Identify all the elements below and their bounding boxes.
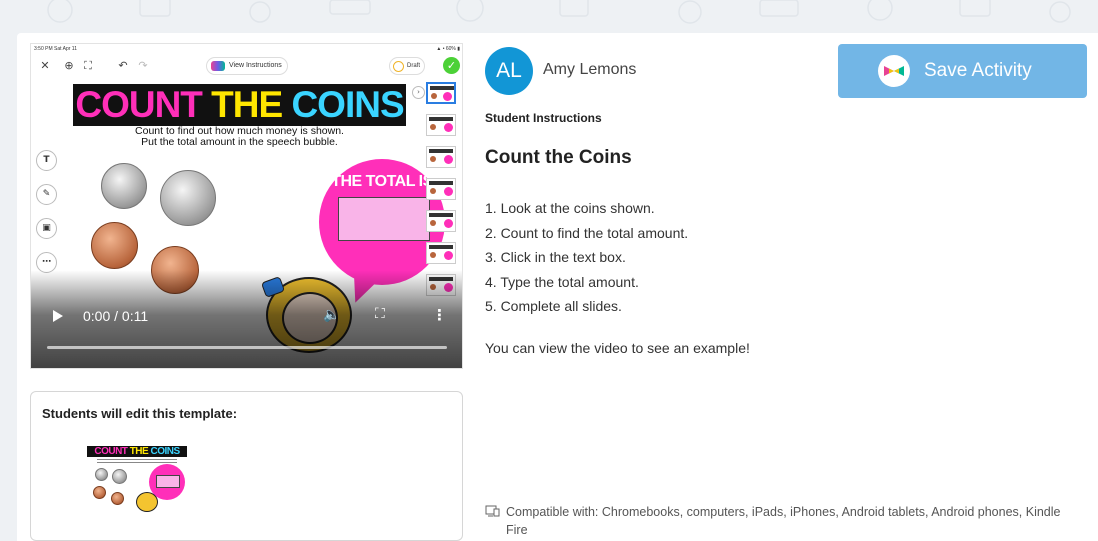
instruction-note: You can view the video to see an example… [485,340,750,356]
nickel-coin [112,469,127,484]
text-tool-icon[interactable]: T [36,150,57,171]
instruction-step: 4. Type the total amount. [485,273,639,290]
ipad-status-bar: 3:50 PM Sat Apr 11 ▲ • 60% ▮ [31,44,462,54]
author-avatar[interactable]: AL [485,47,533,95]
template-preview: Students will edit this template: COUNT … [30,391,463,541]
template-thumbnail[interactable]: COUNT THE COINS [87,446,187,518]
page-thumbnail[interactable] [426,146,456,168]
page-thumbnail[interactable] [426,242,456,264]
background-pattern [47,0,1071,24]
pen-tool-icon[interactable]: ✎ [36,184,57,205]
page-thumbnail[interactable] [426,210,456,232]
seesaw-logo-icon [878,55,910,87]
status-battery: ▲ • 60% ▮ [436,46,460,52]
penny-coin [93,486,106,499]
slide-subtitle: Count to find out how much money is show… [135,125,344,148]
editor-toolbar: ✕ ⊕ ⛶ ↶ ↷ View Instructions Draft ✓ [31,54,462,80]
undo-icon[interactable]: ↶ [115,58,131,74]
status-time: 3:50 PM Sat Apr 11 [34,46,77,52]
girl-character [136,492,158,512]
video-progress-bar[interactable] [47,346,447,349]
total-text-box [156,475,180,488]
play-icon[interactable] [53,310,63,322]
zoom-icon[interactable]: ⊕ [61,58,77,74]
done-check-icon[interactable]: ✓ [443,57,460,74]
compatibility-text: Compatible with: Chromebooks, computers,… [506,505,1061,537]
more-options-icon[interactable]: ⋮ [432,306,447,324]
seesaw-icon [211,61,225,71]
instruction-step: 1. Look at the coins shown. [485,200,655,216]
video-time: 0:00 / 0:11 [83,308,149,324]
slide-title: COUNT THE COINS [73,84,406,126]
instruction-step: 2. Count to find the total amount. [485,224,689,241]
penny-coin [91,222,138,269]
nickel-coin [160,170,216,226]
view-instructions-label: View Instructions [229,62,282,69]
total-text-box[interactable] [338,197,430,241]
instruction-step: 3. Click in the text box. [485,249,626,265]
instruction-step: 5. Complete all slides. [485,298,622,314]
expand-icon[interactable]: ⛶ [80,58,96,74]
volume-icon[interactable]: 🔈 [323,307,340,323]
draft-icon [393,61,404,72]
redo-icon[interactable]: ↷ [135,58,151,74]
page-thumbnail[interactable] [426,114,456,136]
dime-coin [95,468,108,481]
template-thumbnail-subtitle [97,459,177,463]
instruction-steps: 1. Look at the coins shown. 2. Count to … [485,196,688,319]
page-thumbnail[interactable] [426,178,456,200]
activity-title: Count the Coins [485,147,632,168]
devices-icon [485,505,500,517]
draft-button[interactable]: Draft [389,57,425,75]
template-label: Students will edit this template: [42,406,238,421]
author-name[interactable]: Amy Lemons [543,61,636,79]
student-instructions-heading: Student Instructions [485,111,602,125]
penny-coin [111,492,124,505]
save-activity-label: Save Activity [924,60,1032,81]
close-icon[interactable]: ✕ [37,58,53,74]
instruction-video[interactable]: 3:50 PM Sat Apr 11 ▲ • 60% ▮ ✕ ⊕ ⛶ ↶ ↷ V… [30,43,463,369]
camera-tool-icon[interactable]: ▣ [36,218,57,239]
dime-coin [101,163,147,209]
draft-label: Draft [407,63,421,69]
view-instructions-button[interactable]: View Instructions [206,57,288,75]
page-thumbnail[interactable] [426,82,456,104]
save-activity-button[interactable]: Save Activity [838,44,1087,98]
creative-tools: T ✎ ▣ ⋯ [36,150,58,286]
template-thumbnail-title: COUNT THE COINS [87,446,187,457]
compatibility-info: Compatible with: Chromebooks, computers,… [485,503,1085,539]
fullscreen-icon[interactable]: ⛶ [375,306,385,322]
